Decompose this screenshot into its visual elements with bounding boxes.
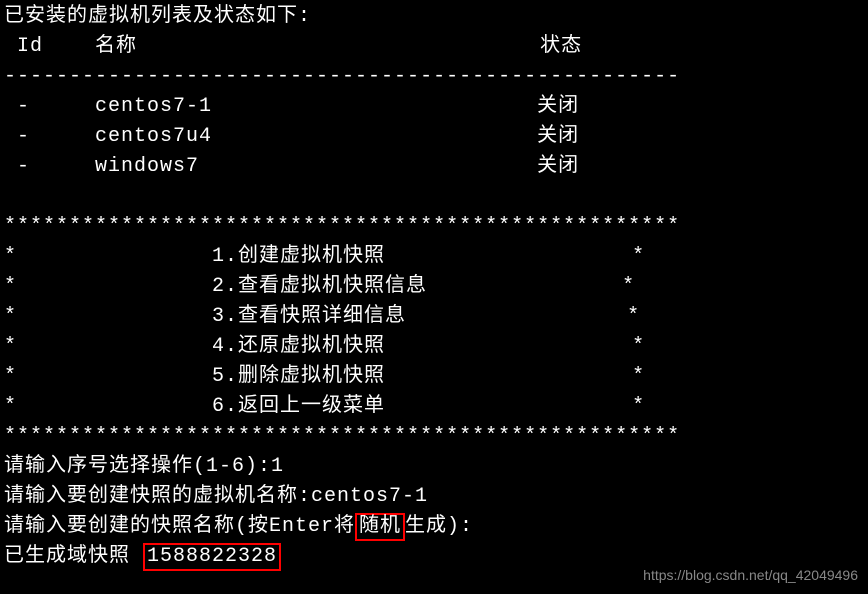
prompt-snap-post: 生成): — [405, 515, 473, 538]
menu-list: * 1.创建虚拟机快照 ** 2.查看虚拟机快照信息 ** 3.查看快照详细信息… — [4, 242, 864, 422]
prompt-select[interactable]: 请输入序号选择操作(1-6):1 — [4, 452, 864, 482]
menu-border-bottom: ****************************************… — [4, 422, 864, 452]
watermark: https://blog.csdn.net/qq_42049496 — [643, 565, 858, 586]
blank-line — [4, 182, 864, 212]
prompt-snapshot-name[interactable]: 请输入要创建的快照名称(按Enter将随机生成): — [4, 512, 864, 542]
highlight-random: 随机 — [355, 513, 405, 541]
table-header: Id 名称 状态 — [4, 32, 864, 62]
col-id: Id — [4, 35, 43, 58]
col-state: 状态 — [540, 35, 582, 58]
prompt-vm-name-label: 请输入要创建快照的虚拟机名称: — [4, 485, 311, 508]
table-row: - centos7-1 关闭 — [4, 92, 864, 122]
menu-item[interactable]: * 5.删除虚拟机快照 * — [4, 362, 864, 392]
menu-item[interactable]: * 1.创建虚拟机快照 * — [4, 242, 864, 272]
menu-item[interactable]: * 4.还原虚拟机快照 * — [4, 332, 864, 362]
vm-list-title: 已安装的虚拟机列表及状态如下: — [4, 2, 864, 32]
prompt-vm-name[interactable]: 请输入要创建快照的虚拟机名称:centos7-1 — [4, 482, 864, 512]
result-pre: 已生成域快照 — [4, 545, 143, 568]
menu-item[interactable]: * 2.查看虚拟机快照信息 * — [4, 272, 864, 302]
table-row: - centos7u4 关闭 — [4, 122, 864, 152]
menu-item[interactable]: * 3.查看快照详细信息 * — [4, 302, 864, 332]
prompt-vm-name-value: centos7-1 — [311, 485, 428, 508]
prompt-snap-pre: 请输入要创建的快照名称(按Enter将 — [4, 515, 355, 538]
vm-list: - centos7-1 关闭 - centos7u4 关闭 - windows7… — [4, 92, 864, 182]
menu-border-top: ****************************************… — [4, 212, 864, 242]
prompt-select-label: 请输入序号选择操作(1-6): — [4, 455, 271, 478]
table-row: - windows7 关闭 — [4, 152, 864, 182]
highlight-snapshot-id: 1588822328 — [143, 543, 281, 571]
divider-dashes: ----------------------------------------… — [4, 62, 864, 92]
col-name: 名称 — [95, 35, 137, 58]
menu-item[interactable]: * 6.返回上一级菜单 * — [4, 392, 864, 422]
prompt-select-value: 1 — [271, 455, 284, 478]
